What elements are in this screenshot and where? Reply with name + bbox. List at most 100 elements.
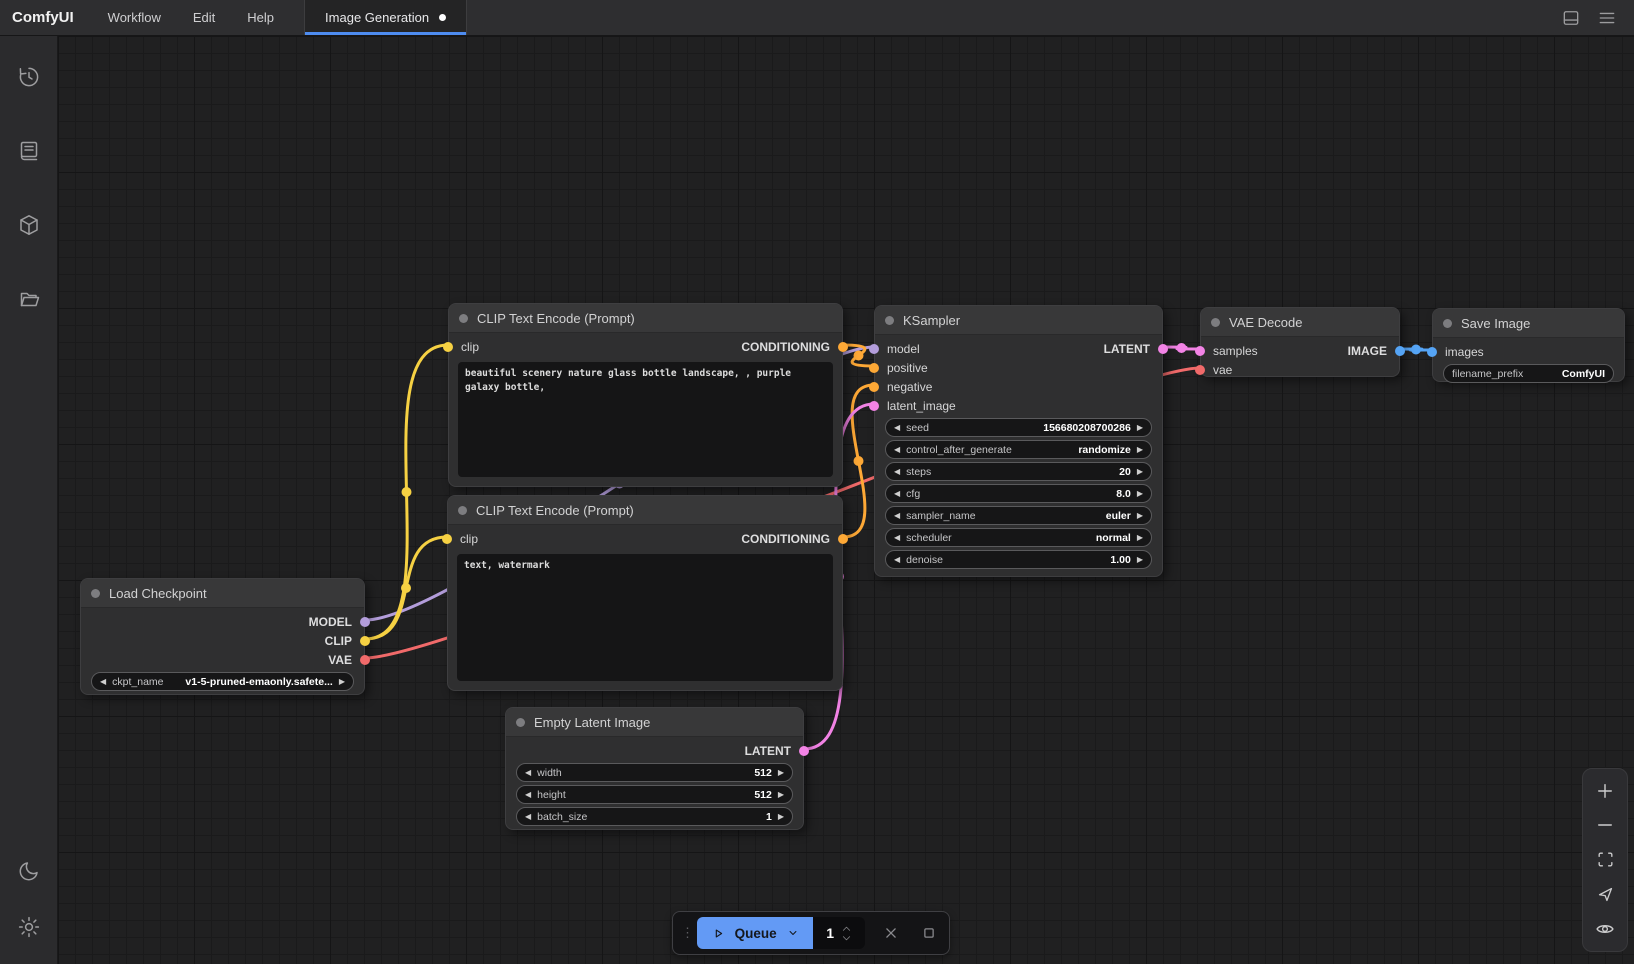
menu-workflow[interactable]: Workflow xyxy=(92,0,177,35)
node-header[interactable]: KSampler xyxy=(875,306,1162,335)
queue-button[interactable]: Queue xyxy=(697,917,813,949)
widget-decrement-arrow[interactable]: ◀ xyxy=(894,534,900,542)
input-slot-vae[interactable] xyxy=(1195,365,1205,375)
menu-icon[interactable] xyxy=(1594,5,1620,31)
bottom-panel-icon[interactable] xyxy=(1558,5,1584,31)
node-header[interactable]: CLIP Text Encode (Prompt) xyxy=(449,304,842,333)
workflows-folder-icon[interactable] xyxy=(12,282,46,316)
node-header[interactable]: Empty Latent Image xyxy=(506,708,803,737)
widget-increment-arrow[interactable]: ▶ xyxy=(1137,556,1143,564)
clear-queue-icon[interactable] xyxy=(879,920,903,946)
node-header[interactable]: Load Checkpoint xyxy=(81,579,364,608)
widget-filename_prefix[interactable]: filename_prefixComfyUI xyxy=(1443,364,1614,383)
menu-edit[interactable]: Edit xyxy=(177,0,231,35)
widget-cfg[interactable]: ◀cfg8.0▶ xyxy=(885,484,1152,503)
output-slot-LATENT[interactable] xyxy=(1158,344,1168,354)
widget-increment-arrow[interactable]: ▶ xyxy=(339,678,345,686)
node-load-checkpoint[interactable]: Load CheckpointMODELCLIPVAE◀ckpt_namev1-… xyxy=(80,578,365,695)
node-header[interactable]: Save Image xyxy=(1433,309,1624,338)
widget-increment-arrow[interactable]: ▶ xyxy=(1137,468,1143,476)
widget-decrement-arrow[interactable]: ◀ xyxy=(525,791,531,799)
node-clip-text-encode-negative[interactable]: CLIP Text Encode (Prompt)clipCONDITIONIN… xyxy=(447,495,843,691)
widget-decrement-arrow[interactable]: ◀ xyxy=(894,556,900,564)
fit-view-icon[interactable] xyxy=(1592,847,1618,873)
widget-decrement-arrow[interactable]: ◀ xyxy=(894,512,900,520)
widget-height[interactable]: ◀height512▶ xyxy=(516,785,793,804)
output-slot-IMAGE[interactable] xyxy=(1395,346,1405,356)
input-slot-negative[interactable] xyxy=(869,382,879,392)
output-slot-CLIP[interactable] xyxy=(360,636,370,646)
widget-decrement-arrow[interactable]: ◀ xyxy=(894,490,900,498)
widget-decrement-arrow[interactable]: ◀ xyxy=(525,813,531,821)
widget-batch_size[interactable]: ◀batch_size1▶ xyxy=(516,807,793,826)
pan-mode-icon[interactable] xyxy=(1592,882,1618,908)
collapse-dot-icon[interactable] xyxy=(885,316,894,325)
widget-increment-arrow[interactable]: ▶ xyxy=(778,769,784,777)
model-library-icon[interactable] xyxy=(12,208,46,242)
widget-decrement-arrow[interactable]: ◀ xyxy=(525,769,531,777)
widget-ckpt_name[interactable]: ◀ckpt_namev1-5-pruned-emaonly.safete...▶ xyxy=(91,672,354,691)
collapse-dot-icon[interactable] xyxy=(1211,318,1220,327)
tab-image-generation[interactable]: Image Generation xyxy=(304,0,467,35)
node-empty-latent-image[interactable]: Empty Latent ImageLATENT◀width512▶◀heigh… xyxy=(505,707,804,830)
stop-icon[interactable] xyxy=(917,920,941,946)
zoom-out-icon[interactable] xyxy=(1592,812,1618,838)
input-slot-clip[interactable] xyxy=(443,342,453,352)
collapse-dot-icon[interactable] xyxy=(91,589,100,598)
widget-increment-arrow[interactable]: ▶ xyxy=(1137,424,1143,432)
drag-handle[interactable]: ⋮ xyxy=(681,925,691,941)
widget-increment-arrow[interactable]: ▶ xyxy=(1137,512,1143,520)
widget-control_after_generate[interactable]: ◀control_after_generaterandomize▶ xyxy=(885,440,1152,459)
widget-width[interactable]: ◀width512▶ xyxy=(516,763,793,782)
theme-toggle-icon[interactable] xyxy=(12,854,46,888)
output-slot-VAE[interactable] xyxy=(360,655,370,665)
widget-increment-arrow[interactable]: ▶ xyxy=(1137,534,1143,542)
input-slot-latent_image[interactable] xyxy=(869,401,879,411)
collapse-dot-icon[interactable] xyxy=(1443,319,1452,328)
widget-decrement-arrow[interactable]: ◀ xyxy=(894,446,900,454)
widget-increment-arrow[interactable]: ▶ xyxy=(778,791,784,799)
node-save-image[interactable]: Save Imageimagesfilename_prefixComfyUI xyxy=(1432,308,1625,382)
workflows-history-icon[interactable] xyxy=(12,60,46,94)
widget-sampler_name[interactable]: ◀sampler_nameeuler▶ xyxy=(885,506,1152,525)
settings-icon[interactable] xyxy=(12,910,46,944)
collapse-dot-icon[interactable] xyxy=(459,314,468,323)
input-slot-samples[interactable] xyxy=(1195,346,1205,356)
node-header[interactable]: VAE Decode xyxy=(1201,308,1399,337)
widget-increment-arrow[interactable]: ▶ xyxy=(1137,446,1143,454)
output-slot-LATENT[interactable] xyxy=(799,746,809,756)
menu-help[interactable]: Help xyxy=(231,0,290,35)
node-clip-text-encode-positive[interactable]: CLIP Text Encode (Prompt)clipCONDITIONIN… xyxy=(448,303,843,487)
widget-decrement-arrow[interactable]: ◀ xyxy=(100,678,106,686)
output-slot-MODEL[interactable] xyxy=(360,617,370,627)
widget-label: width xyxy=(537,767,562,779)
node-canvas[interactable] xyxy=(58,36,1634,964)
node-header[interactable]: CLIP Text Encode (Prompt) xyxy=(448,496,842,525)
collapse-dot-icon[interactable] xyxy=(458,506,467,515)
stepper-up-icon[interactable] xyxy=(841,925,852,932)
widget-denoise[interactable]: ◀denoise1.00▶ xyxy=(885,550,1152,569)
widget-decrement-arrow[interactable]: ◀ xyxy=(894,424,900,432)
collapse-dot-icon[interactable] xyxy=(516,718,525,727)
toggle-visibility-icon[interactable] xyxy=(1592,916,1618,942)
input-slot-images[interactable] xyxy=(1427,347,1437,357)
prompt-textarea[interactable]: beautiful scenery nature glass bottle la… xyxy=(458,362,833,477)
output-slot-CONDITIONING[interactable] xyxy=(838,342,848,352)
batch-count-input[interactable]: 1 xyxy=(813,917,865,949)
widget-increment-arrow[interactable]: ▶ xyxy=(778,813,784,821)
node-vae-decode[interactable]: VAE DecodesamplesIMAGEvae xyxy=(1200,307,1400,377)
node-library-icon[interactable] xyxy=(12,134,46,168)
widget-decrement-arrow[interactable]: ◀ xyxy=(894,468,900,476)
zoom-in-icon[interactable] xyxy=(1592,778,1618,804)
widget-increment-arrow[interactable]: ▶ xyxy=(1137,490,1143,498)
input-slot-positive[interactable] xyxy=(869,363,879,373)
widget-seed[interactable]: ◀seed156680208700286▶ xyxy=(885,418,1152,437)
input-slot-model[interactable] xyxy=(869,344,879,354)
node-ksampler[interactable]: KSamplermodelLATENTpositivenegativelaten… xyxy=(874,305,1163,577)
widget-scheduler[interactable]: ◀schedulernormal▶ xyxy=(885,528,1152,547)
input-slot-clip[interactable] xyxy=(442,534,452,544)
widget-steps[interactable]: ◀steps20▶ xyxy=(885,462,1152,481)
prompt-textarea[interactable]: text, watermark xyxy=(457,554,833,681)
stepper-down-icon[interactable] xyxy=(841,935,852,942)
output-slot-CONDITIONING[interactable] xyxy=(838,534,848,544)
